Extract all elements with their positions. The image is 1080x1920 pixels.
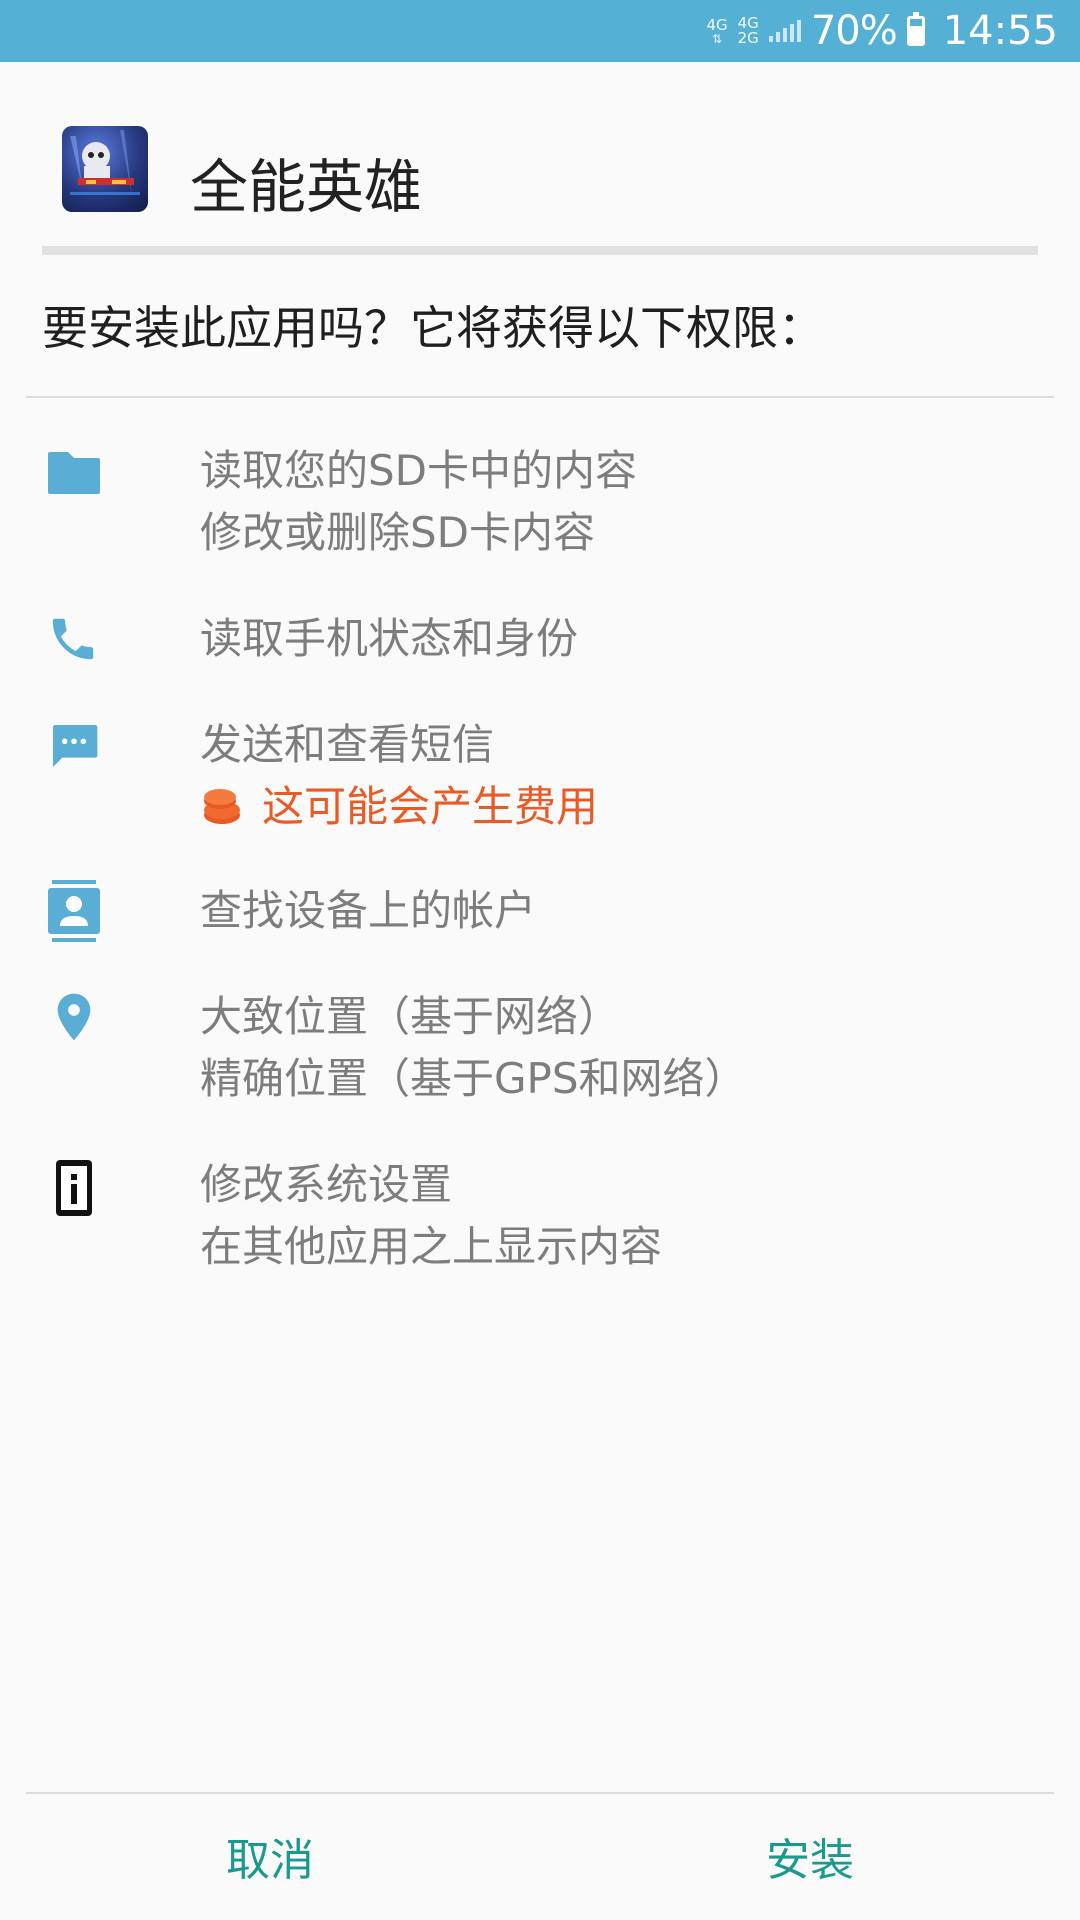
cancel-button[interactable]: 取消 xyxy=(120,1820,420,1900)
game-character-icon xyxy=(70,130,140,196)
permission-text: 读取手机状态和身份 xyxy=(200,614,579,663)
status-bar: 4G ⇅ 4G 2G 70% 14:55 xyxy=(0,0,1080,62)
permission-text: 发送和查看短信 xyxy=(200,720,495,769)
divider xyxy=(26,396,1054,398)
permission-text: 大致位置（基于网络） xyxy=(200,992,621,1041)
app-icon xyxy=(62,126,148,212)
contact-icon xyxy=(48,880,100,942)
battery-percentage: 70% xyxy=(810,8,898,54)
app-name: 全能英雄 xyxy=(190,153,423,221)
signal-strength-icon xyxy=(768,20,801,42)
system-settings-icon xyxy=(56,1160,92,1216)
cost-warning: 这可能会产生费用 xyxy=(200,776,598,838)
data-arrows-icon: ⇅ xyxy=(712,31,723,46)
location-pin-icon xyxy=(57,993,91,1041)
battery-icon xyxy=(906,12,925,46)
permission-text: 修改或删除SD卡内容 xyxy=(200,508,596,557)
header-divider xyxy=(42,246,1038,255)
divider xyxy=(26,1792,1054,1794)
permission-text: 读取您的SD卡中的内容 xyxy=(200,446,638,495)
app-header: 全能英雄 xyxy=(0,62,1080,254)
status-bar-right: 4G ⇅ 4G 2G 70% 14:55 xyxy=(706,0,1058,62)
permission-text: 修改系统设置 xyxy=(200,1160,453,1209)
phone-icon xyxy=(52,618,94,660)
coins-icon xyxy=(204,789,240,824)
permission-text: 精确位置（基于GPS和网络） xyxy=(200,1054,747,1103)
network-type-bottom-label: 2G xyxy=(737,29,759,47)
network-indicator-2: 4G 2G xyxy=(738,16,759,46)
network-type-label: 4G xyxy=(706,15,728,34)
permission-text: 在其他应用之上显示内容 xyxy=(200,1222,663,1271)
install-button[interactable]: 安装 xyxy=(660,1820,960,1900)
clock: 14:55 xyxy=(942,8,1058,54)
warning-text: 这可能会产生费用 xyxy=(262,782,599,831)
install-prompt: 要安装此应用吗？它将获得以下权限： xyxy=(42,301,824,355)
network-indicator-1: 4G ⇅ xyxy=(706,15,728,46)
permission-text: 查找设备上的帐户 xyxy=(200,886,537,935)
message-icon xyxy=(53,725,98,767)
folder-icon xyxy=(48,452,100,494)
